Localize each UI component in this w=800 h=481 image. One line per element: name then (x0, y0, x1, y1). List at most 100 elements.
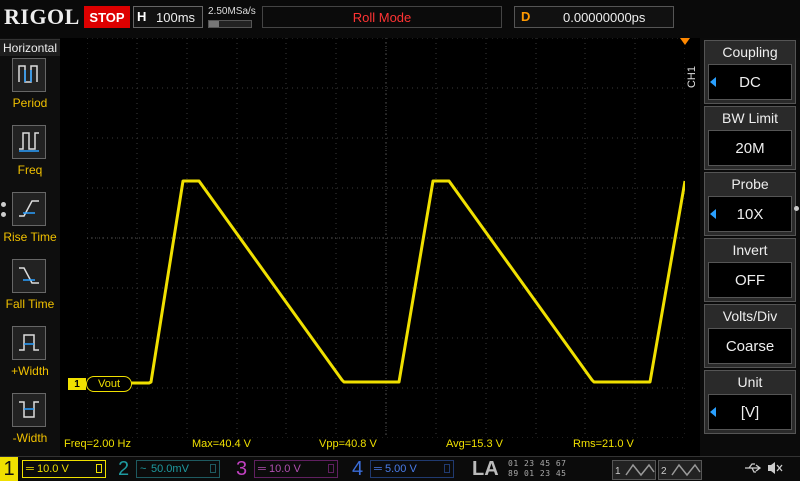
invert-softkey[interactable]: Invert OFF (704, 238, 796, 302)
freq-label: Freq (17, 163, 43, 177)
logic-analyzer-status[interactable]: LA 01 23 45 67 89 01 23 45 (468, 457, 608, 481)
top-status-bar: RIGOL STOP H 100ms 2.50MSa/s Roll Mode D… (0, 0, 800, 38)
ch3-number: 3 (236, 458, 248, 480)
channel-status-bar: 1 ═ 10.0 V 2 ~ 50.0mV 3 ═ 10.0 V 4 ═ 5.0… (0, 456, 800, 481)
generator-2-status[interactable]: 2 (658, 460, 702, 480)
ch2-number: 2 (118, 458, 130, 480)
brand-logo: RIGOL (4, 4, 80, 29)
ch3-scale-box: ═ 10.0 V (254, 460, 338, 478)
unit-value: [V] (708, 394, 792, 430)
invert-value: OFF (708, 262, 792, 298)
invert-title: Invert (732, 242, 768, 258)
dc-coupling-icon: ═ (26, 463, 34, 475)
sine-wave-icon (625, 463, 655, 477)
menu-page-indicator (1, 212, 6, 217)
channel-tag: CH1 (686, 66, 698, 89)
menu-page-indicator (1, 202, 6, 207)
ch1-number: 1 (0, 457, 18, 481)
volts-div-title: Volts/Div (722, 308, 778, 324)
bw-limit-softkey[interactable]: BW Limit 20M (704, 106, 796, 170)
period-label: Period (12, 96, 48, 110)
generator-1-status[interactable]: 1 (612, 460, 656, 480)
positive-width-icon (12, 326, 46, 360)
speaker-muted-icon[interactable] (766, 460, 784, 476)
positive-width-label: +Width (11, 364, 49, 378)
meas-freq: Freq=2.00 Hz (64, 438, 131, 450)
freq-icon (12, 125, 46, 159)
ch4-status[interactable]: 4 ═ 5.00 V (348, 457, 458, 481)
measure-rise-time[interactable]: Rise Time (0, 192, 60, 258)
timebase-value: 100ms (156, 10, 196, 25)
delay-tag: D (521, 9, 531, 24)
knob-select-icon (710, 77, 716, 87)
rise-time-label: Rise Time (3, 230, 57, 244)
ch3-status[interactable]: 3 ═ 10.0 V (232, 457, 342, 481)
ac-coupling-icon: ~ (140, 463, 147, 475)
unit-title: Unit (737, 374, 763, 390)
ch1-scale: 10.0 V (37, 463, 69, 475)
ch3-scale: 10.0 V (269, 463, 301, 475)
volts-div-softkey[interactable]: Volts/Div Coarse (704, 304, 796, 368)
measurement-bar: Freq=2.00 Hz Max=40.4 V Vpp=40.8 V Avg=1… (60, 438, 685, 452)
measure-fall-time[interactable]: Fall Time (0, 259, 60, 325)
fall-time-label: Fall Time (5, 297, 55, 311)
coupling-title: Coupling (722, 44, 778, 60)
volts-div-value: Coarse (708, 328, 792, 364)
waveform-display[interactable] (87, 38, 685, 438)
run-stop-indicator[interactable]: STOP (84, 6, 130, 28)
knob-select-icon (710, 407, 716, 417)
la-label: LA (472, 458, 499, 480)
bw-limit-icon (444, 464, 450, 473)
sample-rate: 2.50MSa/s (208, 6, 256, 17)
dc-coupling-icon: ═ (374, 463, 382, 475)
la-digits-row-2: 89 01 23 45 (508, 469, 567, 478)
ch4-number: 4 (352, 458, 364, 480)
bw-limit-value: 20M (708, 130, 792, 166)
dc-coupling-icon: ═ (258, 463, 266, 475)
delay-value: 0.00000000ps (563, 10, 646, 25)
rise-time-icon (12, 192, 46, 226)
measure-period[interactable]: Period (0, 58, 60, 124)
measure-freq[interactable]: Freq (0, 125, 60, 191)
sine-wave-icon (671, 463, 701, 477)
ch1-scale-box: ═ 10.0 V (22, 460, 106, 478)
probe-softkey[interactable]: Probe 10X (704, 172, 796, 236)
bw-limit-icon (210, 464, 216, 473)
trigger-delay-box[interactable]: D 0.00000000ps (514, 6, 674, 28)
meas-avg: Avg=15.3 V (446, 438, 503, 450)
ch1-status[interactable]: 1 ═ 10.0 V (0, 457, 110, 481)
ch2-scale-box: ~ 50.0mV (136, 460, 220, 478)
timebase-tag: H (137, 9, 147, 24)
menu-header: Horizontal (0, 39, 60, 56)
meas-vpp: Vpp=40.8 V (319, 438, 377, 450)
negative-width-icon (12, 393, 46, 427)
gen2-number: 2 (661, 466, 667, 477)
measure-negative-width[interactable]: -Width (0, 393, 60, 459)
gen1-number: 1 (615, 466, 621, 477)
ch4-scale-box: ═ 5.00 V (370, 460, 454, 478)
bw-limit-icon (96, 464, 102, 473)
meas-max: Max=40.4 V (192, 438, 252, 450)
coupling-softkey[interactable]: Coupling DC (704, 40, 796, 104)
measure-positive-width[interactable]: +Width (0, 326, 60, 392)
bw-limit-title: BW Limit (722, 110, 778, 126)
meas-rms: Rms=21.0 V (573, 438, 634, 450)
ch2-status[interactable]: 2 ~ 50.0mV (114, 457, 224, 481)
probe-title: Probe (731, 176, 769, 192)
ch1-trace-label: Vout (86, 376, 132, 392)
graticule-and-trace (87, 38, 685, 438)
probe-value: 10X (708, 196, 792, 232)
timebase-box[interactable]: H 100ms (133, 6, 203, 28)
fall-time-icon (12, 259, 46, 293)
usb-icon (745, 463, 762, 473)
ch4-scale: 5.00 V (385, 463, 417, 475)
horizontal-measure-menu: Horizontal Period Freq Rise Time Fall Ti… (0, 38, 60, 458)
unit-softkey[interactable]: Unit [V] (704, 370, 796, 434)
channel-settings-menu: Coupling DC BW Limit 20M Probe 10X Inver… (700, 38, 800, 458)
coupling-value: DC (708, 64, 792, 100)
trigger-position-marker[interactable] (680, 38, 690, 45)
ch1-offset-marker[interactable]: 1 (68, 378, 86, 390)
bw-limit-icon (328, 464, 334, 473)
la-digits-row-1: 01 23 45 67 (508, 459, 567, 468)
ch2-scale: 50.0mV (151, 463, 189, 475)
